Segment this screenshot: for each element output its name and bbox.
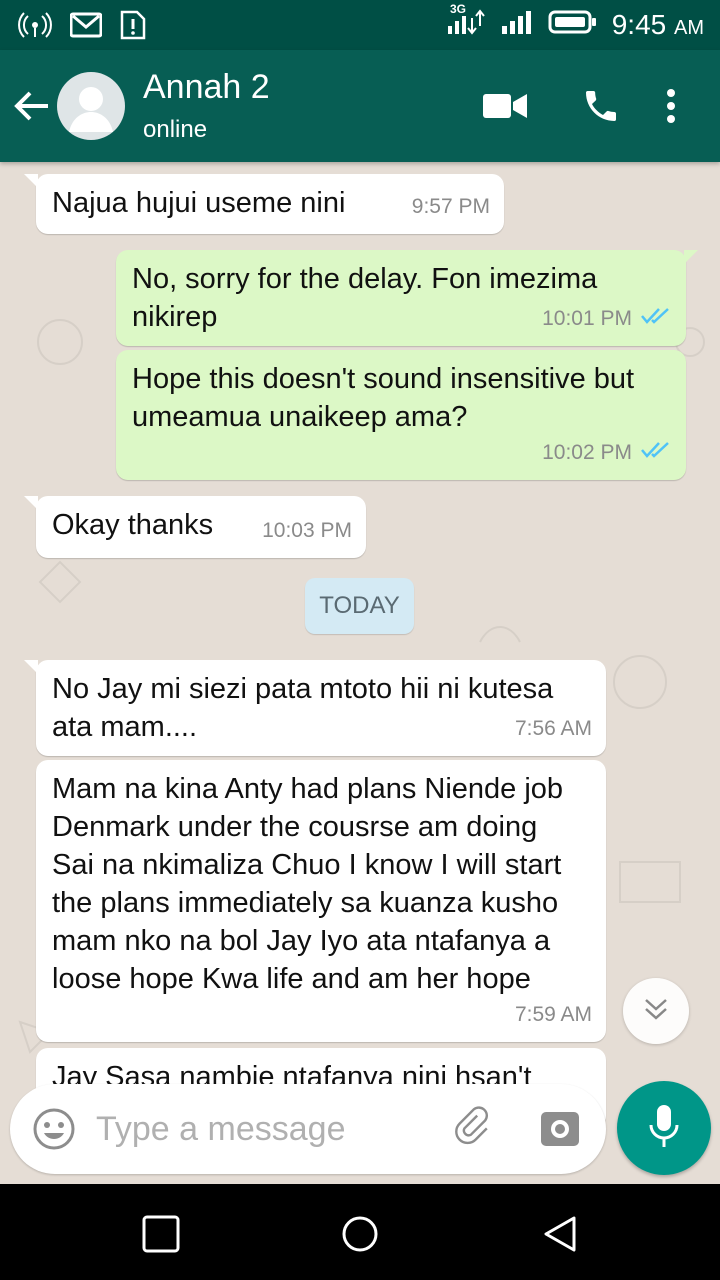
message-bubble-outgoing[interactable]: Hope this doesn't sound insensitive but … (116, 350, 686, 480)
mic-icon (647, 1103, 681, 1154)
nav-home-icon[interactable] (340, 1214, 380, 1259)
message-time: 10:01 PM (542, 307, 632, 330)
nav-recents-icon[interactable] (141, 1214, 181, 1259)
message-bubble-incoming[interactable]: Okay thanks 10:03 PM (24, 496, 366, 558)
attach-icon[interactable] (450, 1106, 494, 1155)
composer (10, 1084, 606, 1174)
message-time: 10:02 PM (542, 441, 632, 464)
bubble-tail (684, 250, 698, 264)
message-text: No Jay mi siezi pata mtoto hii ni kutesa… (52, 673, 554, 743)
signal-icon-1 (446, 8, 486, 41)
system-nav-bar (0, 1184, 720, 1280)
status-bar: 3G 9:45 AM (0, 0, 720, 50)
message-text: No, sorry for the delay. Fon imezima nik… (132, 263, 598, 333)
message-meta: 9:57 PM (412, 188, 490, 226)
read-ticks-icon (640, 300, 672, 338)
contact-name[interactable]: Annah 2 (143, 68, 270, 107)
signal-icon-2 (500, 8, 534, 41)
contact-status: online (143, 116, 208, 143)
bubble-tail (24, 496, 38, 510)
bubble-tail (24, 660, 38, 674)
emoji-icon[interactable] (32, 1107, 76, 1156)
message-time: 7:56 AM (514, 717, 592, 740)
scroll-down-button[interactable] (623, 978, 689, 1044)
message-text: Okay thanks (52, 509, 214, 541)
message-meta: 10:02 PM (542, 434, 672, 472)
video-call-icon[interactable] (483, 92, 527, 125)
gmail-icon (69, 12, 103, 43)
bubble-tail (24, 174, 38, 188)
hotspot-icon (18, 12, 52, 43)
more-vert-icon[interactable] (664, 88, 678, 129)
message-time: 7:59 AM (514, 1003, 592, 1026)
message-meta: 7:59 AM (515, 996, 592, 1034)
message-meta: 10:01 PM (542, 300, 672, 338)
message-meta: 10:03 PM (262, 512, 352, 550)
voice-record-button[interactable] (617, 1081, 711, 1175)
phone-icon[interactable] (581, 86, 621, 131)
battery-icon (548, 9, 598, 40)
chat-header: Annah 2 online (0, 50, 720, 162)
message-bubble-incoming[interactable]: Najua hujui useme nini 9:57 PM (24, 174, 504, 234)
nav-back-icon[interactable] (540, 1214, 580, 1259)
camera-icon[interactable] (540, 1108, 580, 1153)
message-time: 9:57 PM (411, 195, 490, 218)
chat-area[interactable]: Najua hujui useme nini 9:57 PM No, sorry… (0, 162, 720, 1184)
back-arrow-icon[interactable] (12, 86, 52, 126)
message-meta: 7:56 AM (515, 710, 592, 748)
read-ticks-icon (640, 434, 672, 472)
status-time: 9:45 AM (612, 9, 704, 41)
scroll-down-icon (642, 996, 670, 1027)
date-divider: TODAY (305, 578, 414, 634)
message-time: 10:03 PM (262, 519, 352, 542)
message-input[interactable] (96, 1102, 426, 1156)
notice-icon (120, 10, 146, 45)
message-text: Hope this doesn't sound insensitive but … (132, 363, 635, 433)
time-value: 9:45 (611, 8, 667, 40)
message-bubble-outgoing[interactable]: No, sorry for the delay. Fon imezima nik… (116, 250, 698, 346)
avatar[interactable] (57, 72, 125, 140)
time-ampm: AM (674, 16, 704, 39)
message-bubble-incoming[interactable]: No Jay mi siezi pata mtoto hii ni kutesa… (24, 660, 606, 756)
message-bubble-incoming[interactable]: Mam na kina Anty had plans Niende job De… (36, 760, 606, 1042)
message-text: Najua hujui useme nini (52, 187, 346, 219)
message-text: Mam na kina Anty had plans Niende job De… (52, 773, 564, 995)
